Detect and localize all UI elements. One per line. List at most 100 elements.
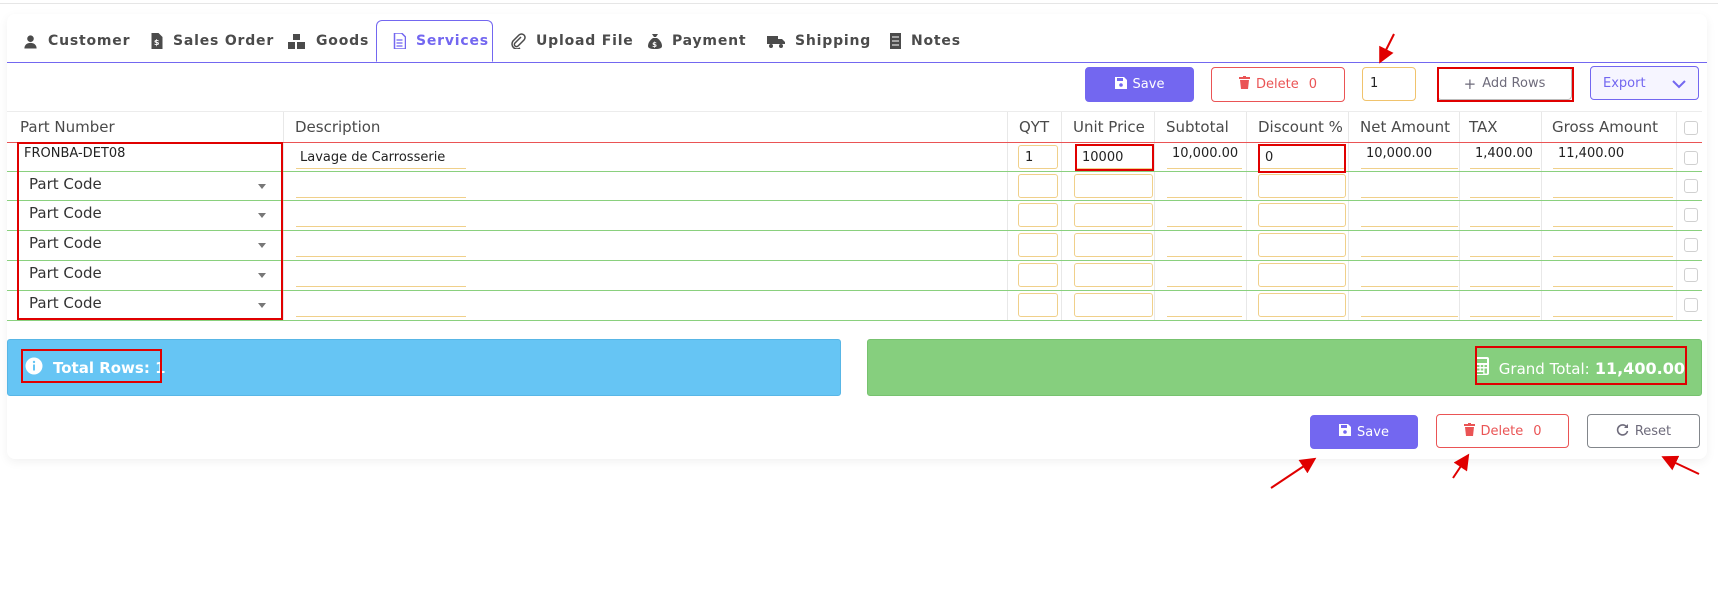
tax-field[interactable] (1470, 263, 1540, 287)
subtotal-field[interactable] (1167, 174, 1242, 198)
col-header-net-amount: Net Amount (1360, 118, 1451, 136)
tab-services[interactable]: Services (376, 20, 493, 62)
gross-amount-field[interactable] (1553, 174, 1673, 198)
tab-label: Notes (911, 33, 961, 49)
tab-upload-file[interactable]: Upload File (510, 20, 634, 62)
tax-field[interactable] (1470, 174, 1540, 198)
qty-input[interactable] (1018, 174, 1058, 198)
unit-price-input[interactable] (1074, 174, 1153, 198)
tab-label: Payment (672, 33, 747, 49)
subtotal-field[interactable] (1167, 203, 1242, 227)
arrow-to-save (1270, 457, 1317, 489)
col-header-description: Description (295, 118, 381, 136)
net-amount-field[interactable] (1361, 174, 1458, 198)
unit-price-input[interactable] (1074, 293, 1153, 317)
tax-field[interactable] (1470, 293, 1540, 317)
unit-price-input[interactable] (1074, 263, 1153, 287)
row-checkbox[interactable] (1684, 268, 1698, 282)
description-input[interactable] (296, 316, 466, 317)
delete-count: 0 (1308, 77, 1317, 92)
tax-field[interactable] (1470, 203, 1540, 227)
export-dropdown[interactable]: Export (1590, 66, 1699, 100)
svg-text:$: $ (652, 41, 658, 49)
row-checkbox[interactable] (1684, 238, 1698, 252)
row-checkbox[interactable] (1684, 298, 1698, 312)
row-checkbox[interactable] (1684, 208, 1698, 222)
description-input[interactable]: Lavage de Carrosserie (300, 150, 445, 165)
tab-goods[interactable]: Goods (288, 20, 369, 62)
description-input[interactable] (296, 256, 466, 257)
tab-label: Shipping (795, 33, 872, 49)
tax-field[interactable] (1470, 233, 1540, 257)
description-input[interactable] (296, 286, 466, 287)
paperclip-icon (510, 33, 526, 49)
tab-payment[interactable]: $ Payment (648, 20, 746, 62)
qty-input[interactable] (1018, 203, 1058, 227)
col-header-part-number: Part Number (20, 118, 115, 136)
row-checkbox[interactable] (1684, 151, 1698, 165)
col-divider (1541, 112, 1542, 320)
net-underline (1361, 168, 1458, 169)
subtotal-field[interactable] (1167, 293, 1242, 317)
net-amount-value: 10,000.00 (1366, 146, 1433, 161)
annotation-box-grand-total (1475, 346, 1687, 385)
discount-input[interactable] (1258, 263, 1346, 287)
discount-input[interactable] (1258, 233, 1346, 257)
qty-input[interactable] (1018, 233, 1058, 257)
net-amount-field[interactable] (1361, 233, 1458, 257)
col-header-discount: Discount % (1258, 118, 1343, 136)
qty-input[interactable] (1018, 293, 1058, 317)
subtotal-underline (1167, 168, 1242, 169)
tab-notes[interactable]: Notes (889, 20, 961, 62)
col-header-gross-amount: Gross Amount (1552, 118, 1658, 136)
truck-icon (767, 35, 785, 48)
discount-input[interactable] (1258, 203, 1346, 227)
col-divider (1007, 112, 1008, 320)
tax-underline (1470, 168, 1540, 169)
gross-amount-field[interactable] (1553, 233, 1673, 257)
row-separator (7, 320, 1702, 321)
reset-button[interactable]: Reset (1587, 414, 1700, 448)
save-button[interactable]: Save (1085, 67, 1194, 102)
qty-input[interactable] (1018, 263, 1058, 287)
gross-amount-field[interactable] (1553, 293, 1673, 317)
net-amount-field[interactable] (1361, 203, 1458, 227)
col-divider (1246, 112, 1247, 320)
tab-label: Customer (48, 33, 131, 49)
subtotal-field[interactable] (1167, 263, 1242, 287)
delete-button-bottom[interactable]: Delete 0 (1436, 414, 1569, 448)
select-all-checkbox[interactable] (1684, 121, 1698, 135)
tab-customer[interactable]: Customer (23, 20, 130, 62)
save-button-bottom[interactable]: Save (1310, 415, 1418, 449)
notebook-icon (889, 33, 901, 49)
gross-amount-field[interactable] (1553, 263, 1673, 287)
subtotal-value: 10,000.00 (1172, 146, 1239, 161)
tab-sales-order[interactable]: $ Sales Order (150, 20, 274, 62)
description-input[interactable] (296, 197, 466, 198)
delete-label: Delete (1480, 423, 1524, 439)
top-divider (0, 0, 1718, 4)
row-count-input[interactable]: 1 (1362, 67, 1416, 101)
col-divider (1154, 112, 1155, 320)
document-icon (393, 33, 406, 49)
tab-bar: Customer $ Sales Order Goods Services Up… (7, 20, 1707, 63)
unit-price-input[interactable] (1074, 203, 1153, 227)
discount-input[interactable] (1258, 293, 1346, 317)
floppy-disk-icon (1339, 424, 1352, 440)
tab-label: Sales Order (173, 33, 275, 49)
row-checkbox[interactable] (1684, 179, 1698, 193)
qty-input[interactable]: 1 (1018, 145, 1058, 169)
delete-button[interactable]: Delete 0 (1211, 67, 1345, 102)
discount-input[interactable] (1258, 174, 1346, 198)
net-amount-field[interactable] (1361, 263, 1458, 287)
col-divider (1348, 112, 1349, 320)
unit-price-input[interactable] (1074, 233, 1153, 257)
description-input[interactable] (296, 226, 466, 227)
net-amount-field[interactable] (1361, 293, 1458, 317)
col-header-unit-price: Unit Price (1073, 118, 1145, 136)
tab-shipping[interactable]: Shipping (767, 20, 871, 62)
col-divider (1061, 112, 1062, 320)
subtotal-field[interactable] (1167, 233, 1242, 257)
arrow-to-reset (1661, 455, 1700, 475)
gross-amount-field[interactable] (1553, 203, 1673, 227)
